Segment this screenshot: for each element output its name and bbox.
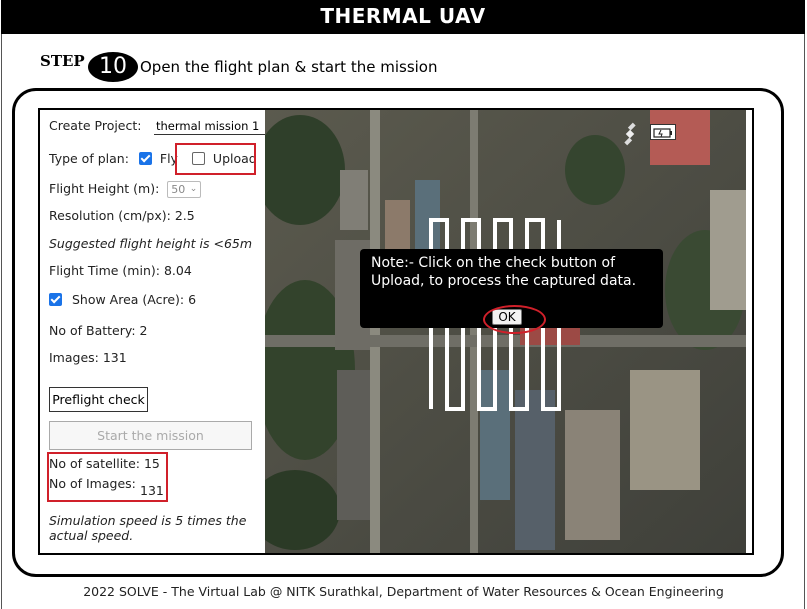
flight-height-select[interactable]: 50 ⌄ bbox=[167, 181, 202, 198]
battery-icon bbox=[650, 124, 676, 140]
simulation-speed-note: Simulation speed is 5 times the actual s… bbox=[49, 513, 247, 543]
flight-height-row: Flight Height (m): 50 ⌄ bbox=[49, 181, 202, 198]
app-header: THERMAL UAV bbox=[1, 0, 805, 34]
step-instruction: Open the flight plan & start the mission bbox=[140, 58, 438, 76]
battery-count-text: No of Battery: 2 bbox=[49, 323, 148, 338]
satellite-icon[interactable] bbox=[618, 122, 642, 146]
step-number-badge: 10 bbox=[88, 52, 138, 82]
satellite-count-text: No of satellite: 15 bbox=[49, 456, 160, 471]
app-title: THERMAL UAV bbox=[320, 4, 486, 28]
create-project-row: Create Project: bbox=[49, 117, 266, 135]
resolution-text: Resolution (cm/px): 2.5 bbox=[49, 208, 195, 223]
step-label: STEP bbox=[40, 52, 85, 70]
upload-highlight bbox=[175, 143, 256, 175]
flight-height-value: 50 bbox=[171, 183, 186, 196]
show-area-checkbox[interactable] bbox=[49, 293, 62, 306]
frame-right-border bbox=[804, 34, 805, 609]
type-of-plan-label: Type of plan: bbox=[49, 151, 129, 166]
images-text: Images: 131 bbox=[49, 350, 127, 365]
mission-control-panel: Create Project: Type of plan: Fly Upload… bbox=[40, 110, 266, 553]
note-message: Note:- Click on the check button of Uplo… bbox=[371, 255, 637, 289]
images-count-label: No of Images: bbox=[49, 476, 136, 491]
frame-left-border bbox=[1, 34, 2, 609]
flight-height-label: Flight Height (m): bbox=[49, 181, 160, 196]
fly-checkbox[interactable] bbox=[138, 152, 152, 165]
flight-time-text: Flight Time (min): 8.04 bbox=[49, 263, 192, 278]
create-project-label: Create Project: bbox=[49, 118, 142, 133]
show-area-row: Show Area (Acre): 6 bbox=[49, 292, 196, 307]
preflight-check-button[interactable]: Preflight check bbox=[49, 387, 148, 412]
footer-credits: 2022 SOLVE - The Virtual Lab @ NITK Sura… bbox=[83, 584, 724, 599]
project-name-input[interactable] bbox=[154, 117, 266, 135]
chevron-down-icon: ⌄ bbox=[189, 184, 198, 194]
show-area-label: Show Area (Acre): 6 bbox=[71, 292, 197, 307]
images-count-value: 131 bbox=[140, 483, 164, 498]
ok-button-highlight bbox=[483, 305, 546, 334]
start-mission-button[interactable]: Start the mission bbox=[49, 421, 252, 450]
suggested-height-text: Suggested flight height is <65m bbox=[49, 236, 253, 251]
map-edge bbox=[746, 110, 752, 553]
